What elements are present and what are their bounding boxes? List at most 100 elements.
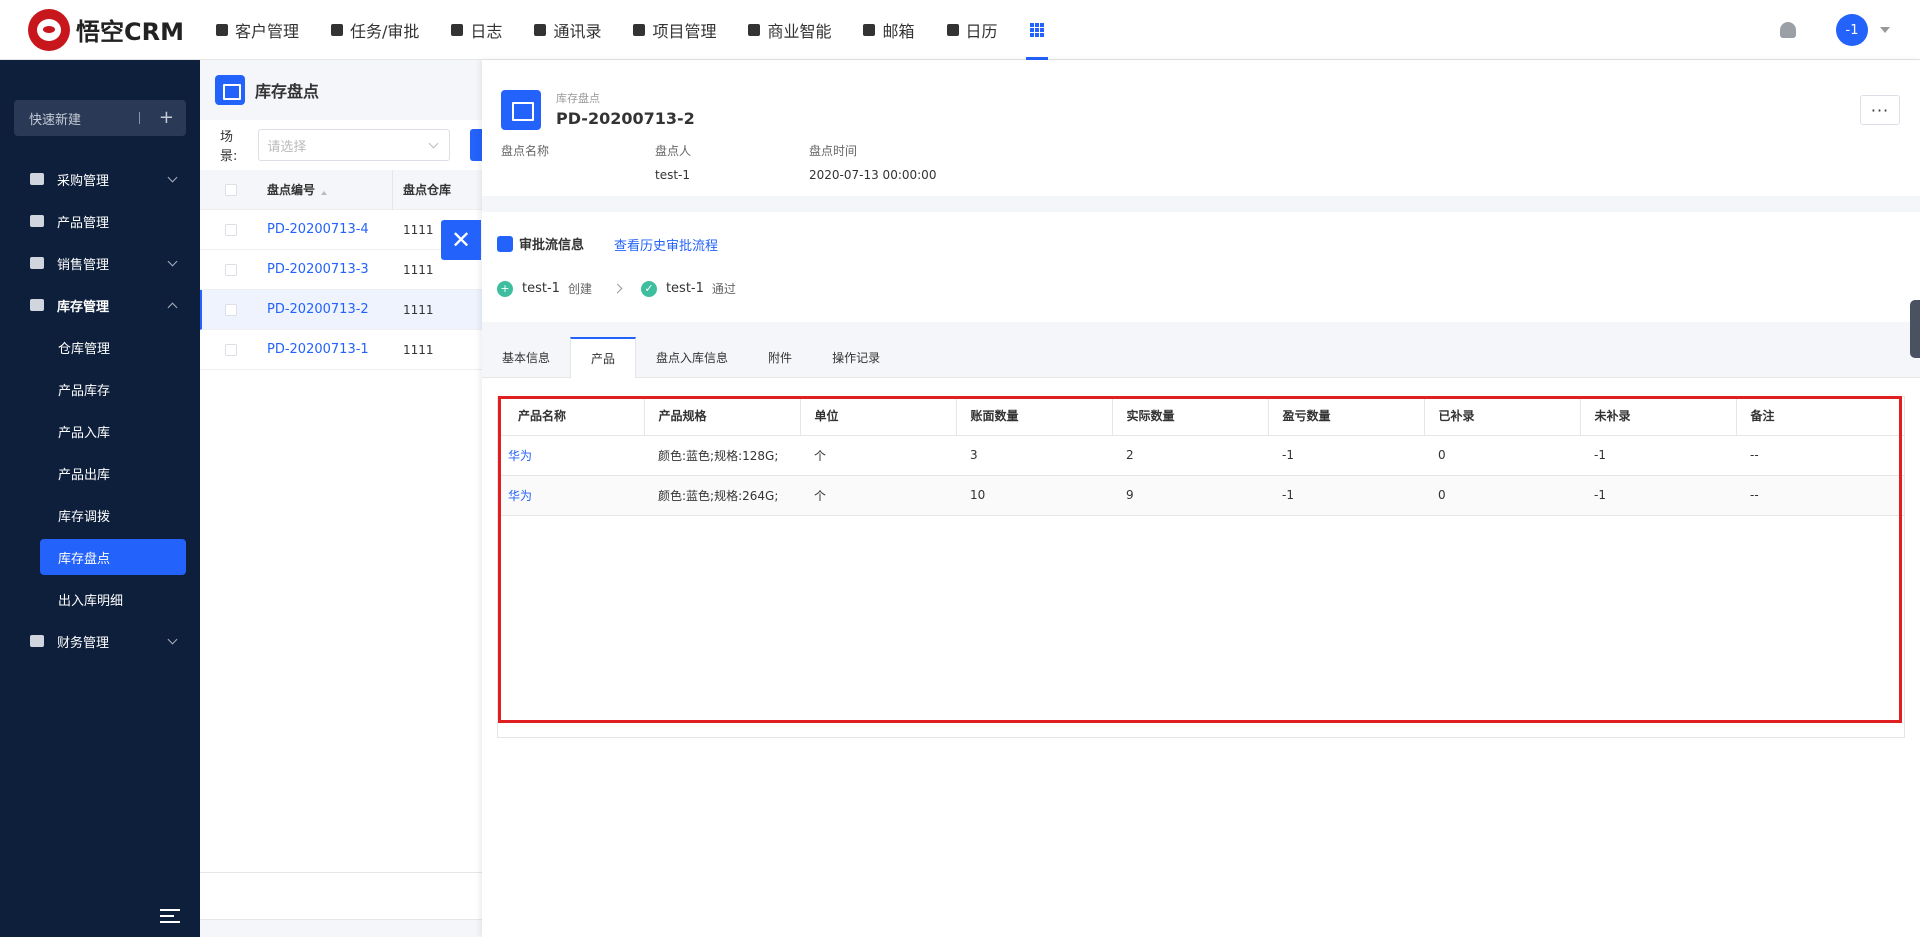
sidebar-item-purchase[interactable]: 采购管理 (0, 158, 200, 200)
user-icon (497, 235, 513, 252)
sidebar-item-product-stock[interactable]: 产品库存 (0, 368, 200, 410)
sidebar-item-stock-in[interactable]: 产品入库 (0, 410, 200, 452)
sidebar: 快速新建 + 采购管理 产品管理 销售管理 库存管理 仓库管理 产品库存 产品入… (0, 60, 200, 937)
tab-products[interactable]: 产品 (570, 337, 637, 378)
nav-bi[interactable]: 商业智能 (732, 0, 847, 60)
cart-icon (30, 173, 44, 185)
product-table: 产品名称 产品规格 单位 账面数量 实际数量 盈亏数量 已补录 未补录 备注 华… (498, 397, 1904, 516)
archive-icon (501, 90, 541, 130)
quick-create-button[interactable]: 快速新建 + (14, 100, 186, 136)
field-person: 盘点人 test-1 (655, 144, 692, 182)
sidebar-item-stock-out[interactable]: 产品出库 (0, 452, 200, 494)
monkey-logo-icon (28, 8, 70, 51)
scene-select[interactable]: 请选择 (258, 129, 451, 161)
row-checkbox[interactable] (225, 343, 237, 356)
row-checkbox[interactable] (225, 303, 237, 316)
product-name-link[interactable]: 华为 (498, 435, 644, 476)
nav-task[interactable]: 任务/审批 (315, 0, 435, 60)
page-title: 库存盘点 (255, 82, 320, 101)
detail-tabs-section: 基本信息 产品 盘点入库信息 附件 操作记录 产品名称 产品规格 单位 账面数量… (482, 337, 1920, 937)
table-row[interactable]: PD-20200713-4 1111 (200, 210, 482, 250)
col-code-header[interactable]: 盘点编号 (237, 181, 392, 198)
table-header: 盘点编号 盘点仓库 (200, 169, 482, 210)
horizontal-scrollbar[interactable] (200, 919, 482, 937)
table-row[interactable]: PD-20200713-1 1111 (200, 330, 482, 370)
briefcase-icon (331, 23, 344, 36)
approval-flow: + test-1 创建 ✓ test-1 通过 (497, 280, 736, 297)
row-code-link[interactable]: PD-20200713-1 (237, 342, 392, 357)
sidebar-item-warehouse[interactable]: 仓库管理 (0, 326, 200, 368)
tab-operation-log[interactable]: 操作记录 (812, 337, 900, 377)
bell-icon[interactable] (1780, 22, 1796, 38)
nav-project[interactable]: 项目管理 (617, 0, 732, 60)
scene-label: 场景: (220, 130, 238, 164)
collapse-menu-icon[interactable] (160, 909, 180, 923)
detail-panel: 库存盘点 PD-20200713-2 ··· 盘点名称 盘点人 test-1 盘… (482, 60, 1920, 937)
nav-contacts[interactable]: 通讯录 (518, 0, 617, 60)
grid-icon (1029, 22, 1044, 37)
sidebar-item-product[interactable]: 产品管理 (0, 200, 200, 242)
row-warehouse: 1111 (403, 262, 434, 277)
product-name-link[interactable]: 华为 (498, 475, 644, 516)
archive-icon (215, 75, 245, 105)
row-checkbox[interactable] (225, 263, 237, 276)
tag-icon (30, 257, 44, 269)
plus-icon: + (158, 107, 174, 128)
tab-stock-in-info[interactable]: 盘点入库信息 (636, 337, 748, 377)
tab-attachments[interactable]: 附件 (748, 337, 812, 377)
sort-icon[interactable] (321, 187, 328, 195)
row-code-link[interactable]: PD-20200713-3 (237, 262, 392, 277)
sidebar-item-stocktake[interactable]: 库存盘点 (40, 539, 186, 575)
nav-apps[interactable] (1014, 0, 1060, 60)
top-nav: 悟空CRM 客户管理 任务/审批 日志 通讯录 项目管理 商业智能 邮箱 日历 … (0, 0, 1920, 60)
nav-mail[interactable]: 邮箱 (847, 0, 930, 60)
field-name: 盘点名称 (501, 144, 550, 158)
nav-calendar[interactable]: 日历 (931, 0, 1014, 60)
approval-title: 审批流信息 (497, 234, 584, 253)
row-checkbox[interactable] (225, 223, 237, 236)
table-row[interactable]: PD-20200713-2 1111 (200, 290, 482, 330)
table-row: 华为 颜色:蓝色;规格:128G; 个 3 2 -1 0 -1 -- (498, 435, 1904, 476)
detail-fields: 盘点名称 盘点人 test-1 盘点时间 2020-07-13 00:00:00 (501, 142, 963, 184)
avatar[interactable]: -1 (1836, 14, 1868, 46)
table-row[interactable]: PD-20200713-3 1111 (200, 250, 482, 290)
sidebar-item-finance[interactable]: 财务管理 (0, 620, 200, 662)
logo[interactable]: 悟空CRM (0, 8, 200, 51)
bi-icon (748, 23, 761, 36)
create-button[interactable] (470, 129, 483, 161)
stocktake-list-panel: 库存盘点 场景: 请选择 盘点编号 盘点仓库 PD-20200713-4 1111… (200, 60, 483, 937)
sidebar-item-sales[interactable]: 销售管理 (0, 242, 200, 284)
approval-section: 审批流信息 查看历史审批流程 + test-1 创建 ✓ test-1 通过 (482, 212, 1920, 322)
sidebar-item-stock-detail[interactable]: 出入库明细 (0, 578, 200, 620)
col-warehouse-header: 盘点仓库 (392, 169, 452, 210)
chevron-down-icon (167, 172, 178, 183)
mail-icon (863, 23, 876, 36)
plus-circle-icon: + (497, 280, 513, 297)
detail-title: PD-20200713-2 (556, 109, 695, 128)
table-header: 产品名称 产品规格 单位 账面数量 实际数量 盈亏数量 已补录 未补录 备注 (498, 397, 1904, 436)
nav-log[interactable]: 日志 (435, 0, 518, 60)
chevron-right-icon (612, 283, 623, 294)
scroll-handle[interactable] (1910, 300, 1920, 358)
more-button[interactable]: ··· (1860, 95, 1900, 125)
wallet-icon (30, 635, 44, 647)
row-code-link[interactable]: PD-20200713-4 (237, 222, 392, 237)
close-icon: ✕ (450, 226, 472, 254)
contacts-icon (534, 23, 547, 36)
tab-basic-info[interactable]: 基本信息 (482, 337, 570, 377)
table-row: 华为 颜色:蓝色;规格:264G; 个 10 9 -1 0 -1 -- (498, 475, 1904, 516)
select-all-checkbox[interactable] (225, 183, 237, 196)
nav-customer[interactable]: 客户管理 (200, 0, 315, 60)
check-circle-icon: ✓ (640, 280, 657, 297)
chevron-down-icon[interactable] (1880, 27, 1890, 33)
row-code-link[interactable]: PD-20200713-2 (237, 302, 392, 317)
field-time: 盘点时间 2020-07-13 00:00:00 (809, 144, 937, 182)
close-detail-button[interactable]: ✕ (441, 220, 481, 260)
chevron-up-icon (167, 302, 178, 313)
sidebar-item-transfer[interactable]: 库存调拨 (0, 494, 200, 536)
log-icon (451, 23, 464, 36)
sidebar-menu: 采购管理 产品管理 销售管理 库存管理 仓库管理 产品库存 产品入库 产品出库 … (0, 158, 200, 662)
sidebar-item-inventory[interactable]: 库存管理 (0, 284, 200, 326)
project-icon (633, 23, 646, 36)
approval-history-link[interactable]: 查看历史审批流程 (614, 235, 718, 254)
